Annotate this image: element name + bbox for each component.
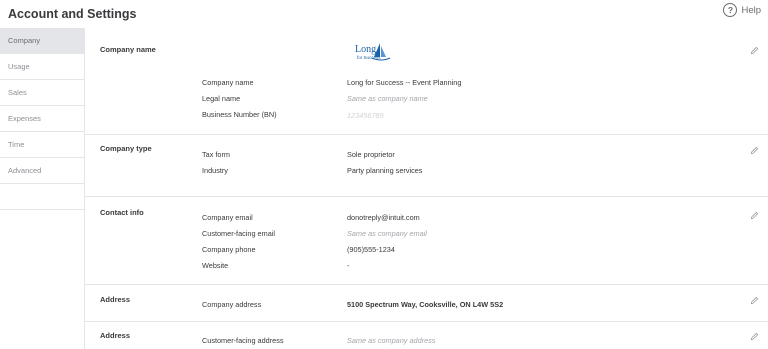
- sidebar-item-expenses[interactable]: Expenses: [0, 106, 84, 132]
- logo-text-long: Long: [355, 44, 376, 55]
- company-type-section[interactable]: Company type Tax form Sole proprietor In…: [85, 135, 768, 197]
- legal-name-value: Same as company name: [347, 94, 428, 103]
- address-section[interactable]: Address Company address 5100 Spectrum Wa…: [85, 285, 768, 322]
- tax-form-label: Tax form: [202, 150, 230, 159]
- sidebar-item-sales[interactable]: Sales: [0, 80, 84, 106]
- website-label: Website: [202, 261, 229, 270]
- sidebar-item-time[interactable]: Time: [0, 132, 84, 158]
- customer-facing-address-value: Same as company address: [347, 336, 436, 345]
- sidebar-item-usage[interactable]: Usage: [0, 54, 84, 80]
- section-label-contact-info: Contact info: [100, 208, 144, 217]
- edit-pencil-icon[interactable]: [750, 211, 759, 220]
- edit-pencil-icon[interactable]: [750, 332, 759, 341]
- company-address-label: Company address: [202, 300, 262, 309]
- company-email-label: Company email: [202, 213, 253, 222]
- website-value: -: [347, 261, 350, 270]
- industry-value: Party planning services: [347, 166, 423, 175]
- company-name-value: Long for Success -- Event Planning: [347, 78, 462, 87]
- company-logo: Long for Success: [355, 43, 391, 61]
- help-icon: ?: [723, 3, 738, 17]
- company-address-value: 5100 Spectrum Way, Cooksville, ON L4W 5S…: [347, 300, 504, 309]
- industry-label: Industry: [202, 166, 228, 175]
- company-phone-label: Company phone: [202, 245, 256, 254]
- page-title: Account and Settings: [8, 7, 137, 21]
- customer-facing-email-label: Customer-facing email: [202, 229, 275, 238]
- section-label-address-2: Address: [100, 331, 131, 340]
- section-label-company-type: Company type: [100, 144, 152, 153]
- company-name-label: Company name: [202, 78, 254, 87]
- contact-info-section[interactable]: Contact info Company email donotreply@in…: [85, 197, 768, 285]
- company-name-section[interactable]: Company name Long for Success Company na…: [85, 28, 768, 135]
- sidebar-divider: [0, 184, 84, 210]
- business-number-value: 123456789: [347, 111, 384, 120]
- sidebar-item-advanced[interactable]: Advanced: [0, 158, 84, 184]
- customer-facing-address-label: Customer-facing address: [202, 336, 284, 345]
- edit-pencil-icon[interactable]: [750, 146, 759, 155]
- section-label-company-name: Company name: [100, 45, 156, 54]
- sidebar-item-company[interactable]: Company: [0, 28, 84, 54]
- help-label: Help: [741, 4, 761, 16]
- settings-sidebar: Company Usage Sales Expenses Time Advanc…: [0, 28, 85, 349]
- page-header: Account and Settings ? Help: [0, 0, 768, 28]
- customer-address-section[interactable]: Address Customer-facing address Same as …: [85, 322, 768, 349]
- edit-pencil-icon[interactable]: [750, 46, 759, 55]
- legal-name-label: Legal name: [202, 94, 241, 103]
- help-button[interactable]: ? Help: [723, 3, 761, 17]
- business-number-label: Business Number (BN): [202, 110, 277, 119]
- company-phone-value: (905)555-1234: [347, 245, 395, 254]
- edit-pencil-icon[interactable]: [750, 296, 759, 305]
- company-email-value: donotreply@intuit.com: [347, 213, 420, 222]
- settings-main: Company name Long for Success Company na…: [85, 28, 768, 349]
- section-label-address: Address: [100, 295, 131, 304]
- customer-facing-email-value: Same as company email: [347, 229, 427, 238]
- tax-form-value: Sole proprietor: [347, 150, 395, 159]
